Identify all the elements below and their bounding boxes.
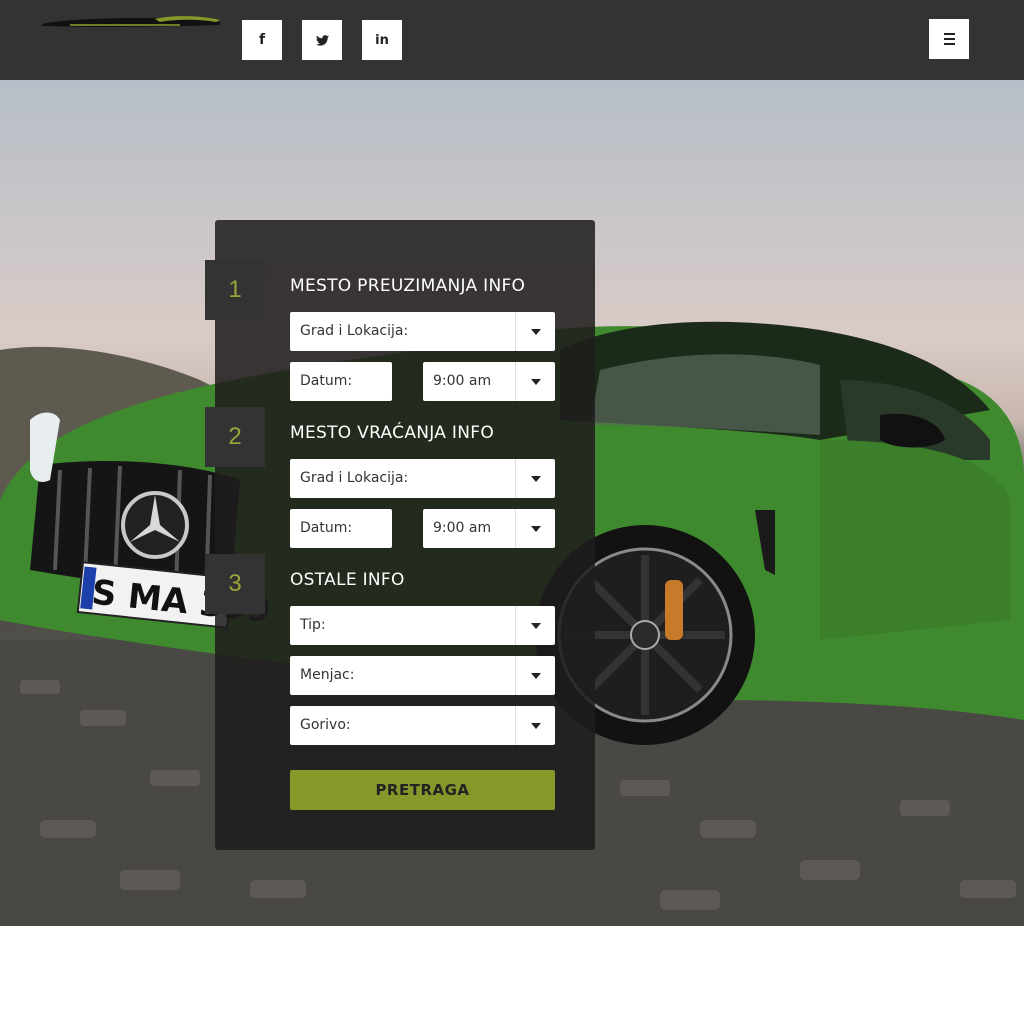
type-select[interactable]: Tip: [290,606,555,645]
twitter-bird-glyph [315,34,329,46]
return-location-select[interactable]: Grad i Lokacija: [290,459,555,498]
step-number-3: 3 [205,554,265,614]
pickup-location-select[interactable]: Grad i Lokacija: [290,312,555,351]
gearbox-value: Menjac: [300,667,355,683]
linkedin-icon[interactable]: in [362,20,402,60]
chevron-down-icon [515,509,555,548]
pickup-date-value: Datum: [300,373,353,389]
chevron-down-icon [515,362,555,401]
fuel-select[interactable]: Gorivo: [290,706,555,745]
gearbox-select[interactable]: Menjac: [290,656,555,695]
pickup-location-value: Grad i Lokacija: [300,323,409,339]
return-time-select[interactable]: 9:00 am [423,509,555,548]
chevron-down-icon [515,312,555,351]
step-title-return: MESTO VRAĆANJA INFO [290,423,495,443]
pickup-time-select[interactable]: 9:00 am [423,362,555,401]
chevron-down-icon [515,606,555,645]
site-header: f in [0,0,1024,80]
chevron-down-icon [515,459,555,498]
step-title-other: OSTALE INFO [290,570,405,590]
return-location-value: Grad i Lokacija: [300,470,409,486]
chevron-down-icon [515,656,555,695]
fuel-value: Gorivo: [300,717,351,733]
pickup-time-value: 9:00 am [433,373,492,389]
pickup-date-field[interactable]: Datum: [290,362,392,401]
search-button[interactable]: PRETRAGA [290,770,555,810]
return-time-value: 9:00 am [433,520,492,536]
chevron-down-icon [515,706,555,745]
facebook-icon[interactable]: f [242,20,282,60]
return-date-value: Datum: [300,520,353,536]
type-value: Tip: [300,617,326,633]
hamburger-menu-icon[interactable] [929,19,969,59]
step-number-1: 1 [205,260,265,320]
return-date-field[interactable]: Datum: [290,509,392,548]
site-logo[interactable] [40,14,222,32]
step-title-pickup: MESTO PREUZIMANJA INFO [290,276,526,296]
twitter-icon[interactable] [302,20,342,60]
step-number-2: 2 [205,407,265,467]
